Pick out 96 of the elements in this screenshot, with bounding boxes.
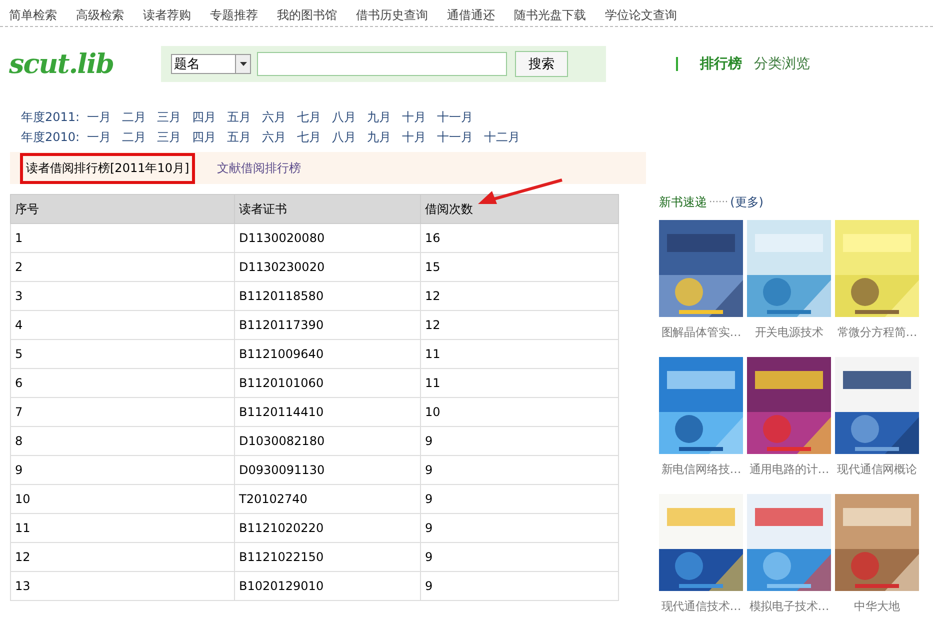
table-cell: T20102740: [234, 484, 420, 514]
tab[interactable]: 文献借阅排行榜: [217, 160, 302, 176]
month-link[interactable]: 十一月: [437, 108, 473, 126]
book-title[interactable]: 常微分方程简…: [837, 317, 917, 353]
month-link[interactable]: 九月: [367, 128, 391, 146]
table-cell: B1120114410: [234, 398, 420, 426]
search-field[interactable]: [257, 52, 507, 76]
table-cell: 9: [10, 456, 234, 484]
dropdown-icon: [240, 62, 246, 66]
month-link[interactable]: 五月: [227, 108, 251, 126]
table-cell: B1020129010: [234, 572, 420, 600]
nav-link[interactable]: 读者荐购: [143, 6, 191, 24]
month-link[interactable]: 六月: [262, 108, 286, 126]
table-cell: 5: [10, 340, 234, 368]
month-link[interactable]: 十月: [402, 128, 426, 146]
nav-link[interactable]: 专题推荐: [210, 6, 258, 24]
month-link[interactable]: 三月: [157, 108, 181, 126]
book-title[interactable]: 现代通信技术…: [661, 591, 741, 623]
table-cell: 16: [420, 224, 618, 252]
table-cell: 11: [420, 368, 618, 398]
table-cell: 4: [10, 310, 234, 340]
table-cell: B1120117390: [234, 310, 420, 340]
month-link[interactable]: 八月: [332, 108, 356, 126]
table-cell: 8: [10, 426, 234, 456]
nav-link[interactable]: 随书光盘下载: [514, 6, 586, 24]
table-cell: 9: [420, 572, 618, 600]
month-link[interactable]: 一月: [87, 128, 111, 146]
table-cell: D0930091130: [234, 456, 420, 484]
book-title[interactable]: 新电信网络技…: [661, 454, 741, 490]
table-cell: 12: [10, 542, 234, 572]
table-cell: 12: [420, 282, 618, 310]
nav-tab[interactable]: 分类浏览: [754, 55, 810, 73]
month-link[interactable]: 七月: [297, 108, 321, 126]
column-header: 借阅次数: [420, 194, 618, 224]
column-header: 序号: [10, 194, 234, 224]
month-link[interactable]: 六月: [262, 128, 286, 146]
table-cell: 15: [420, 252, 618, 282]
nav-link[interactable]: 借书历史查询: [356, 6, 428, 24]
column-header: 读者证书: [234, 194, 420, 224]
nav-tab[interactable]: 排行榜: [700, 55, 742, 73]
table-cell: 1: [10, 224, 234, 252]
table-cell: 10: [420, 398, 618, 426]
table-cell: B1121022150: [234, 542, 420, 572]
table-cell: 10: [10, 484, 234, 514]
table-cell: B1120101060: [234, 368, 420, 398]
book-title[interactable]: 图解晶体管实…: [661, 317, 741, 353]
book-title[interactable]: 模拟电子技术…: [749, 591, 829, 623]
month-link[interactable]: 四月: [192, 108, 216, 126]
section-title: 新书速递: [659, 194, 707, 211]
month-link[interactable]: 四月: [192, 128, 216, 146]
table-cell: 9: [420, 542, 618, 572]
field-select[interactable]: 题名: [171, 54, 251, 74]
table-cell: B1120118580: [234, 282, 420, 310]
month-link[interactable]: 十一月: [437, 128, 473, 146]
table-cell: 12: [420, 310, 618, 340]
nav-link[interactable]: 通借通还: [447, 6, 495, 24]
table-cell: 13: [10, 572, 234, 600]
table-cell: 11: [10, 514, 234, 542]
year-label: 年度2010:: [21, 128, 81, 146]
month-link[interactable]: 九月: [367, 108, 391, 126]
table-cell: 9: [420, 514, 618, 542]
nav-link[interactable]: 学位论文查询: [605, 6, 677, 24]
book-title[interactable]: 现代通信网概论: [837, 454, 917, 490]
nav-link[interactable]: 我的图书馆: [277, 6, 337, 24]
book-title[interactable]: 中华大地: [854, 591, 900, 623]
year-label: 年度2011:: [21, 108, 81, 126]
table-cell: 7: [10, 398, 234, 426]
table-cell: D1130230020: [234, 252, 420, 282]
month-link[interactable]: 二月: [122, 108, 146, 126]
table-cell: 3: [10, 282, 234, 310]
dots: ······: [709, 197, 728, 208]
table-cell: 11: [420, 340, 618, 368]
table-cell: B1121020220: [234, 514, 420, 542]
table-cell: B1121009640: [234, 340, 420, 368]
month-link[interactable]: 八月: [332, 128, 356, 146]
table-cell: 2: [10, 252, 234, 282]
month-link[interactable]: 十二月: [484, 128, 520, 146]
nav-link[interactable]: 简单检索: [9, 6, 57, 24]
table-cell: 9: [420, 456, 618, 484]
month-link[interactable]: 二月: [122, 128, 146, 146]
search-button[interactable]: 搜索: [515, 51, 568, 77]
book-title[interactable]: 通用电路的计…: [749, 454, 829, 490]
book-title[interactable]: 开关电源技术: [754, 317, 824, 353]
month-link[interactable]: 五月: [227, 128, 251, 146]
tab[interactable]: 读者借阅排行榜[2011年10月]: [20, 152, 196, 184]
more-link[interactable]: (更多): [730, 194, 764, 211]
table-cell: D1130020080: [234, 224, 420, 252]
table-cell: 9: [420, 484, 618, 514]
month-link[interactable]: 十月: [402, 108, 426, 126]
table-cell: 9: [420, 426, 618, 456]
month-link[interactable]: 三月: [157, 128, 181, 146]
nav-link[interactable]: 高级检索: [76, 6, 124, 24]
month-link[interactable]: 七月: [297, 128, 321, 146]
month-link[interactable]: 一月: [87, 108, 111, 126]
table-cell: D1030082180: [234, 426, 420, 456]
table-cell: 6: [10, 368, 234, 398]
